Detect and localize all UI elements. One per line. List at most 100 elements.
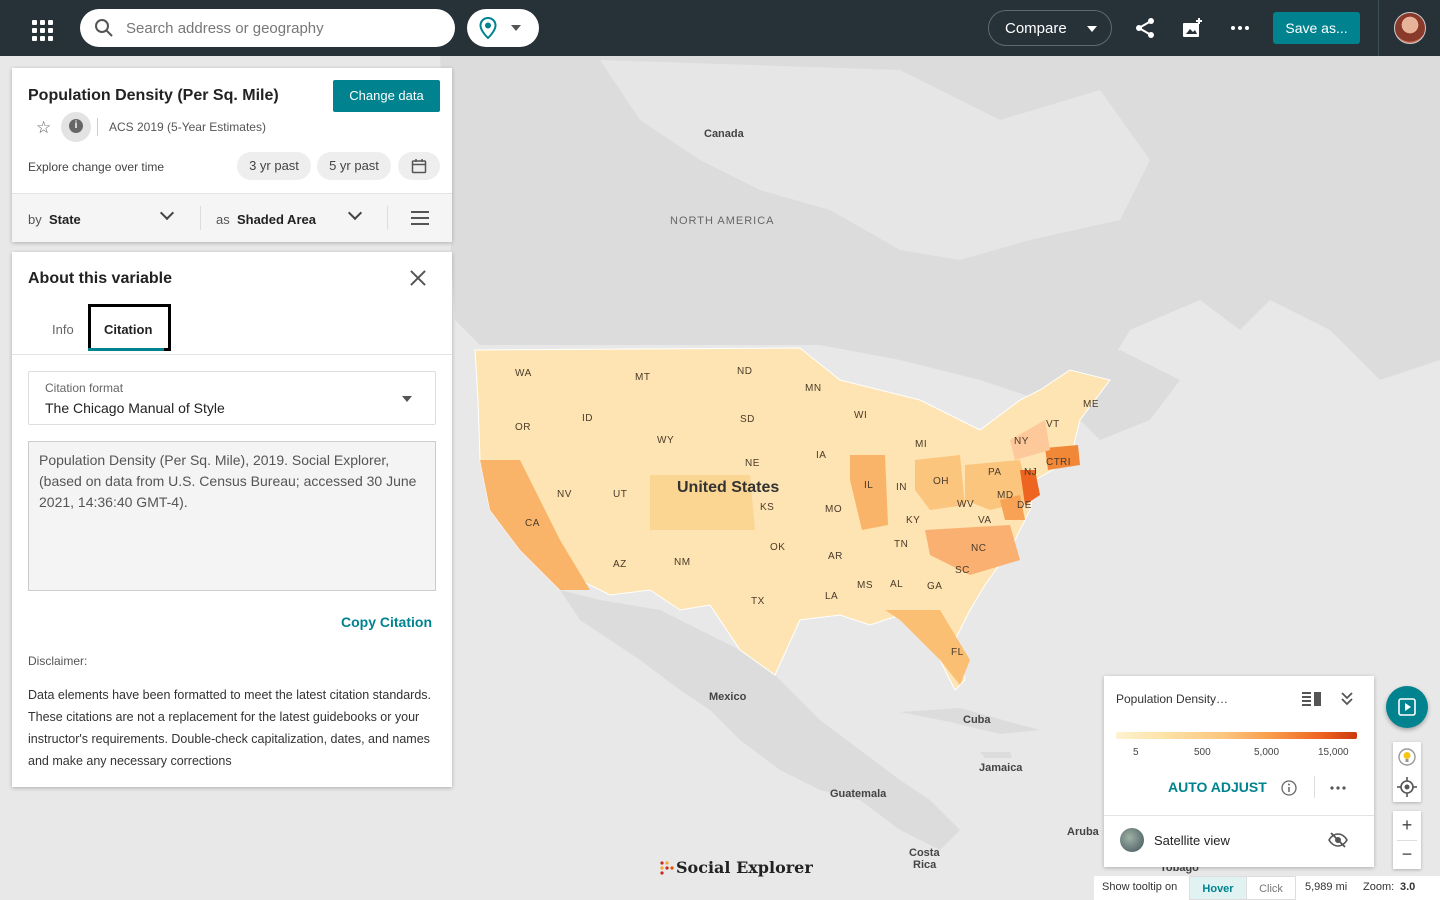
map-label-united-states: United States xyxy=(677,479,780,496)
state-label-ms: MS xyxy=(857,580,873,591)
menu-icon[interactable] xyxy=(411,211,429,229)
zoom-out-button[interactable]: − xyxy=(1393,840,1421,868)
star-icon[interactable]: ☆ xyxy=(36,118,51,138)
state-label-il: IL xyxy=(864,480,874,491)
state-label-tx: TX xyxy=(751,596,765,607)
state-label-ga: GA xyxy=(927,581,943,592)
zoom-in-button[interactable]: + xyxy=(1393,811,1421,839)
legend-layout-icon[interactable] xyxy=(1302,691,1322,707)
state-label-me: ME xyxy=(1083,399,1099,410)
legend-tick: 500 xyxy=(1194,747,1211,758)
copy-citation-button[interactable]: Copy Citation xyxy=(341,614,432,630)
state-label-wy: WY xyxy=(657,435,675,446)
disclaimer-text: Data elements have been formatted to mee… xyxy=(28,688,432,768)
satellite-thumbnail xyxy=(1120,828,1144,852)
state-label-nc: NC xyxy=(971,543,987,554)
close-icon[interactable] xyxy=(408,268,428,288)
divider xyxy=(12,354,452,355)
legend-color-ramp xyxy=(1116,732,1357,739)
change-data-button[interactable]: Change data xyxy=(333,80,440,112)
calendar-button[interactable] xyxy=(398,152,440,180)
collapse-icon[interactable] xyxy=(1340,691,1354,707)
state-label-ct: CT xyxy=(1046,457,1061,468)
five-year-past-button[interactable]: 5 yr past xyxy=(317,152,391,180)
more-options-icon[interactable] xyxy=(1330,785,1346,791)
map-label-canada: Canada xyxy=(704,128,744,140)
tooltip-mode-label: Show tooltip on xyxy=(1102,881,1178,893)
satellite-view-label: Satellite view xyxy=(1154,833,1230,848)
hide-eye-icon[interactable] xyxy=(1328,832,1348,848)
visualization-type-select[interactable]: as Shaded Area xyxy=(216,212,316,227)
location-controls xyxy=(1393,742,1421,802)
tooltip-click-toggle[interactable]: Click xyxy=(1246,876,1296,900)
tab-citation[interactable]: Citation xyxy=(104,322,152,337)
search-input[interactable] xyxy=(126,9,436,47)
divider xyxy=(1104,815,1374,816)
geography-level-select[interactable]: by State xyxy=(28,212,81,227)
state-label-nj: NJ xyxy=(1024,467,1038,478)
state-label-va: VA xyxy=(978,515,992,526)
more-options-icon[interactable] xyxy=(1228,16,1252,40)
state-label-la: LA xyxy=(825,591,839,602)
state-label-ne: NE xyxy=(745,458,760,469)
brand-dots-icon xyxy=(660,861,674,875)
map-label-jamaica: Jamaica xyxy=(979,762,1023,774)
zoom-value: 3.0 xyxy=(1400,881,1416,893)
chevron-down-icon[interactable] xyxy=(347,205,363,221)
calendar-icon xyxy=(411,159,427,174)
state-label-ri: RI xyxy=(1060,457,1071,468)
avatar[interactable] xyxy=(1394,12,1426,44)
three-year-past-button[interactable]: 3 yr past xyxy=(237,152,311,180)
geography-level-value: State xyxy=(48,212,81,227)
state-label-sc: SC xyxy=(955,565,970,576)
state-label-ks: KS xyxy=(760,502,775,513)
state-label-mi: MI xyxy=(915,439,928,450)
compare-button[interactable]: Compare xyxy=(988,10,1112,46)
map-label-rica: Rica xyxy=(913,859,937,871)
divider xyxy=(387,206,388,230)
play-slide-icon xyxy=(1398,698,1416,716)
apps-grid-icon[interactable] xyxy=(24,12,56,44)
display-options-bar: by State as Shaded Area xyxy=(12,194,452,242)
state-label-md: MD xyxy=(997,490,1014,501)
map-label-guatemala: Guatemala xyxy=(830,788,887,800)
tab-info[interactable]: Info xyxy=(52,322,74,337)
state-label-ok: OK xyxy=(770,542,786,553)
location-picker-button[interactable] xyxy=(467,9,539,47)
bulb-icon[interactable] xyxy=(1397,747,1417,767)
tooltip-hover-toggle[interactable]: Hover xyxy=(1189,876,1247,900)
info-icon[interactable] xyxy=(1281,780,1297,796)
map-label-north-america: NORTH AMERICA xyxy=(670,215,775,227)
chevron-down-icon xyxy=(511,25,521,31)
info-button[interactable]: i xyxy=(61,112,91,142)
chevron-down-icon xyxy=(1087,26,1097,32)
share-icon[interactable] xyxy=(1133,16,1157,40)
citation-text-area[interactable]: Population Density (Per Sq. Mile), 2019.… xyxy=(28,441,436,591)
state-label-mo: MO xyxy=(825,504,843,515)
state-label-tn: TN xyxy=(894,539,909,550)
state-label-mn: MN xyxy=(805,383,822,394)
presentation-button[interactable] xyxy=(1386,686,1428,728)
state-label-az: AZ xyxy=(613,559,627,570)
state-label-nd: ND xyxy=(737,366,753,377)
brand-logo: Social Explorer xyxy=(660,858,813,877)
status-bar: Show tooltip on Hover Click 5,989 mi Zoo… xyxy=(1094,876,1440,900)
my-location-icon[interactable] xyxy=(1397,777,1417,797)
divider xyxy=(97,118,98,136)
survey-label: ACS 2019 (5-Year Estimates) xyxy=(109,120,266,134)
by-prefix: by xyxy=(28,212,42,227)
state-label-ut: UT xyxy=(613,489,628,500)
save-as-button[interactable]: Save as... xyxy=(1273,12,1360,44)
zoom-label: Zoom: xyxy=(1363,881,1395,893)
state-label-id: ID xyxy=(582,413,593,424)
state-label-oh: OH xyxy=(933,476,949,487)
auto-adjust-button[interactable]: AUTO ADJUST xyxy=(1168,779,1267,795)
state-label-wi: WI xyxy=(854,410,868,421)
state-label-al: AL xyxy=(890,579,904,590)
state-label-de: DE xyxy=(1017,500,1032,511)
export-image-icon[interactable] xyxy=(1180,16,1204,40)
chevron-down-icon[interactable] xyxy=(159,205,175,221)
divider xyxy=(1314,776,1315,798)
citation-format-select[interactable]: Citation format The Chicago Manual of St… xyxy=(28,371,436,425)
visualization-type-value: Shaded Area xyxy=(236,212,316,227)
